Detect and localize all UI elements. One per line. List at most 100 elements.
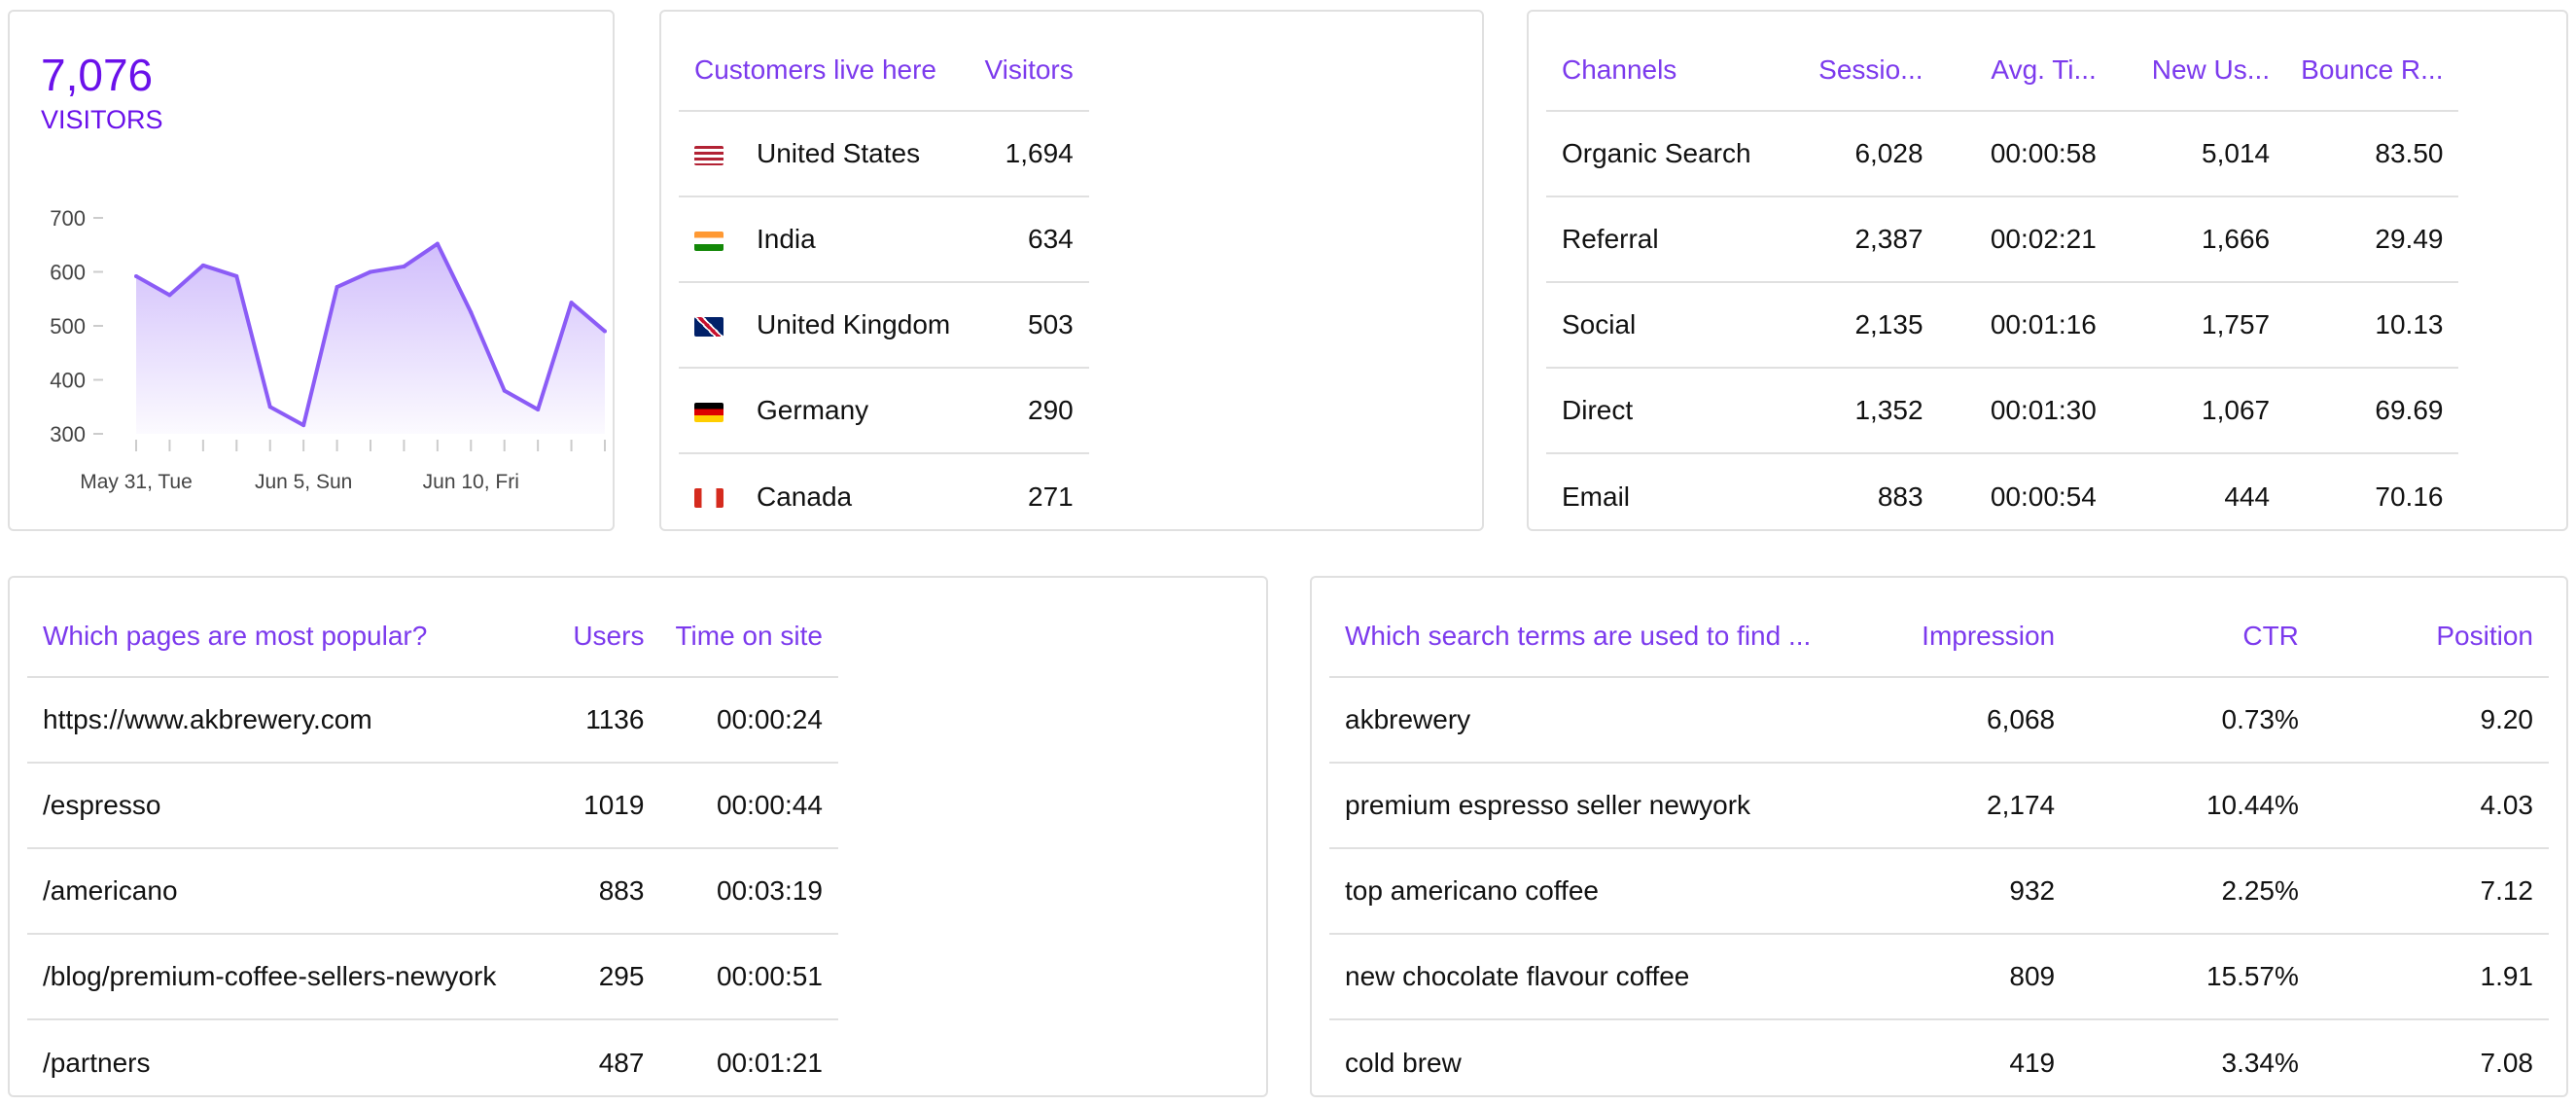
cell-value: 1,666 <box>2111 196 2286 283</box>
cell-value: 1,067 <box>2111 368 2286 454</box>
cell-value: 1,352 <box>1783 368 1939 454</box>
cell-value: 883 <box>530 848 660 935</box>
cell-label: /americano <box>27 848 531 935</box>
data-point <box>134 273 138 278</box>
cell-value: 7.08 <box>2480 1047 2534 1078</box>
col-header: New Us... <box>2111 29 2286 112</box>
y-tick-label: 700 <box>50 206 86 231</box>
search-table: Which search terms are used to find ... I… <box>1329 595 2549 1105</box>
country-name: India <box>757 224 816 254</box>
cell-label: /blog/premium-coffee-sellers-newyork <box>27 934 531 1020</box>
table-row[interactable]: /blog/premium-coffee-sellers-newyork 295 0… <box>27 934 838 1020</box>
table-row[interactable]: /americano 883 00:03:19 <box>27 848 838 935</box>
cell-value: 00:01:30 <box>1938 368 2112 454</box>
table-row[interactable]: Germany 290 <box>679 368 1089 454</box>
country-name: United Kingdom <box>757 309 951 339</box>
data-point <box>200 263 205 267</box>
cell-value: 809 <box>1826 934 2071 1020</box>
cell-value: 70.16 <box>2375 481 2444 512</box>
col-header: Position <box>2313 595 2549 678</box>
data-point <box>502 388 507 393</box>
data-point <box>603 329 607 334</box>
countries-table: Customers live here Visitors United State… <box>679 29 1089 539</box>
cell-value: 00:00:54 <box>1990 481 2097 512</box>
cell-value: 00:00:44 <box>659 763 838 849</box>
col-header: Impression <box>1826 595 2071 678</box>
popular-pages-card: Which pages are most popular? Users Time o… <box>8 576 1268 1097</box>
cell-value: 00:03:19 <box>659 848 838 935</box>
gb-flag-icon <box>694 316 723 337</box>
cell-value: 444 <box>2224 481 2271 512</box>
table-row[interactable]: Referral 2,387 00:02:21 1,666 29.49 <box>1546 196 2459 283</box>
cell-value: 00:00:24 <box>659 677 838 764</box>
de-flag-icon <box>694 402 723 422</box>
col-header: Avg. Ti... <box>1938 29 2112 112</box>
table-row[interactable]: https://www.akbrewery.com 1136 00:00:24 <box>27 677 838 764</box>
country-name: Germany <box>757 395 869 425</box>
data-point <box>335 285 339 290</box>
visitors-card: 7,076 VISITORS 700 600 500 400 300 May 31, Tu… <box>8 10 615 531</box>
cell-value: 1019 <box>530 763 660 849</box>
country-cell: United Kingdom <box>679 282 967 369</box>
cell-label: Organic Search <box>1546 111 1783 197</box>
country-cell: India <box>679 196 967 283</box>
data-point <box>435 241 440 246</box>
data-point <box>167 293 172 298</box>
table-row[interactable]: Email 883 00:00:54 444 70.16 <box>1546 453 2458 539</box>
table-row[interactable]: /partners 487 00:01:21 <box>27 1019 838 1105</box>
cell-value: 3.34% <box>2221 1047 2299 1078</box>
table-row[interactable]: Direct 1,352 00:01:30 1,067 69.69 <box>1546 368 2459 454</box>
cell-value: 00:00:58 <box>1938 111 2112 197</box>
col-header: Bounce R... <box>2285 29 2459 112</box>
col-header: Which search terms are used to find ... <box>1329 595 1827 678</box>
data-point <box>536 408 541 412</box>
table-row[interactable]: new chocolate flavour coffee 809 15.57% 1.9… <box>1329 934 2549 1020</box>
data-point <box>234 273 239 278</box>
y-tick-label: 400 <box>50 369 86 393</box>
cell-value: 00:01:21 <box>716 1047 823 1078</box>
cell-label: premium espresso seller newyork <box>1329 763 1827 849</box>
table-row[interactable]: Social 2,135 00:01:16 1,757 10.13 <box>1546 282 2459 369</box>
visitor-count: 634 <box>966 196 1089 283</box>
cell-value: 0.73% <box>2070 677 2314 764</box>
channels-table: Channels Sessio... Avg. Ti... New Us... Boun… <box>1546 29 2459 539</box>
cell-label: /espresso <box>27 763 531 849</box>
data-point <box>569 301 574 305</box>
cell-value: 4.03 <box>2313 763 2549 849</box>
table-row[interactable]: premium espresso seller newyork 2,174 10.4… <box>1329 763 2549 849</box>
table-row[interactable]: top americano coffee 932 2.25% 7.12 <box>1329 848 2549 935</box>
cell-value: 1136 <box>530 677 660 764</box>
country-name: Canada <box>757 481 853 512</box>
cell-value: 83.50 <box>2285 111 2459 197</box>
table-row[interactable]: Organic Search 6,028 00:00:58 5,014 83.50 <box>1546 111 2459 197</box>
table-row[interactable]: India 634 <box>679 196 1089 283</box>
us-flag-icon <box>694 145 723 165</box>
cell-value: 1.91 <box>2313 934 2549 1020</box>
table-row[interactable]: Canada 271 <box>679 453 1089 539</box>
countries-card: Customers live here Visitors United State… <box>659 10 1484 531</box>
col-header: Visitors <box>966 29 1089 112</box>
x-tick-label: Jun 5, Sun <box>255 471 352 493</box>
col-header: Sessio... <box>1783 29 1939 112</box>
cell-value: 29.49 <box>2285 196 2459 283</box>
table-row[interactable]: cold brew 419 3.34% 7.08 <box>1329 1019 2549 1105</box>
cell-value: 419 <box>2009 1047 2056 1078</box>
cell-value: 69.69 <box>2285 368 2459 454</box>
col-header: Channels <box>1546 29 1783 112</box>
cell-value: 00:00:51 <box>659 934 838 1020</box>
cell-label: top americano coffee <box>1329 848 1827 935</box>
x-tick-label: Jun 10, Fri <box>423 471 519 493</box>
col-header: Which pages are most popular? <box>27 595 531 678</box>
table-row[interactable]: United Kingdom 503 <box>679 282 1089 369</box>
table-row[interactable]: akbrewery 6,068 0.73% 9.20 <box>1329 677 2549 764</box>
table-row[interactable]: /espresso 1019 00:00:44 <box>27 763 838 849</box>
cell-value: 7.12 <box>2313 848 2549 935</box>
pages-table: Which pages are most popular? Users Time o… <box>27 595 838 1105</box>
table-row[interactable]: United States 1,694 <box>679 111 1089 197</box>
country-cell: United States <box>679 111 967 197</box>
cell-label: new chocolate flavour coffee <box>1329 934 1827 1020</box>
cell-value: 932 <box>1826 848 2071 935</box>
col-header: Time on site <box>659 595 838 678</box>
cell-value: 00:01:16 <box>1938 282 2112 369</box>
y-tick-label: 500 <box>50 314 86 339</box>
